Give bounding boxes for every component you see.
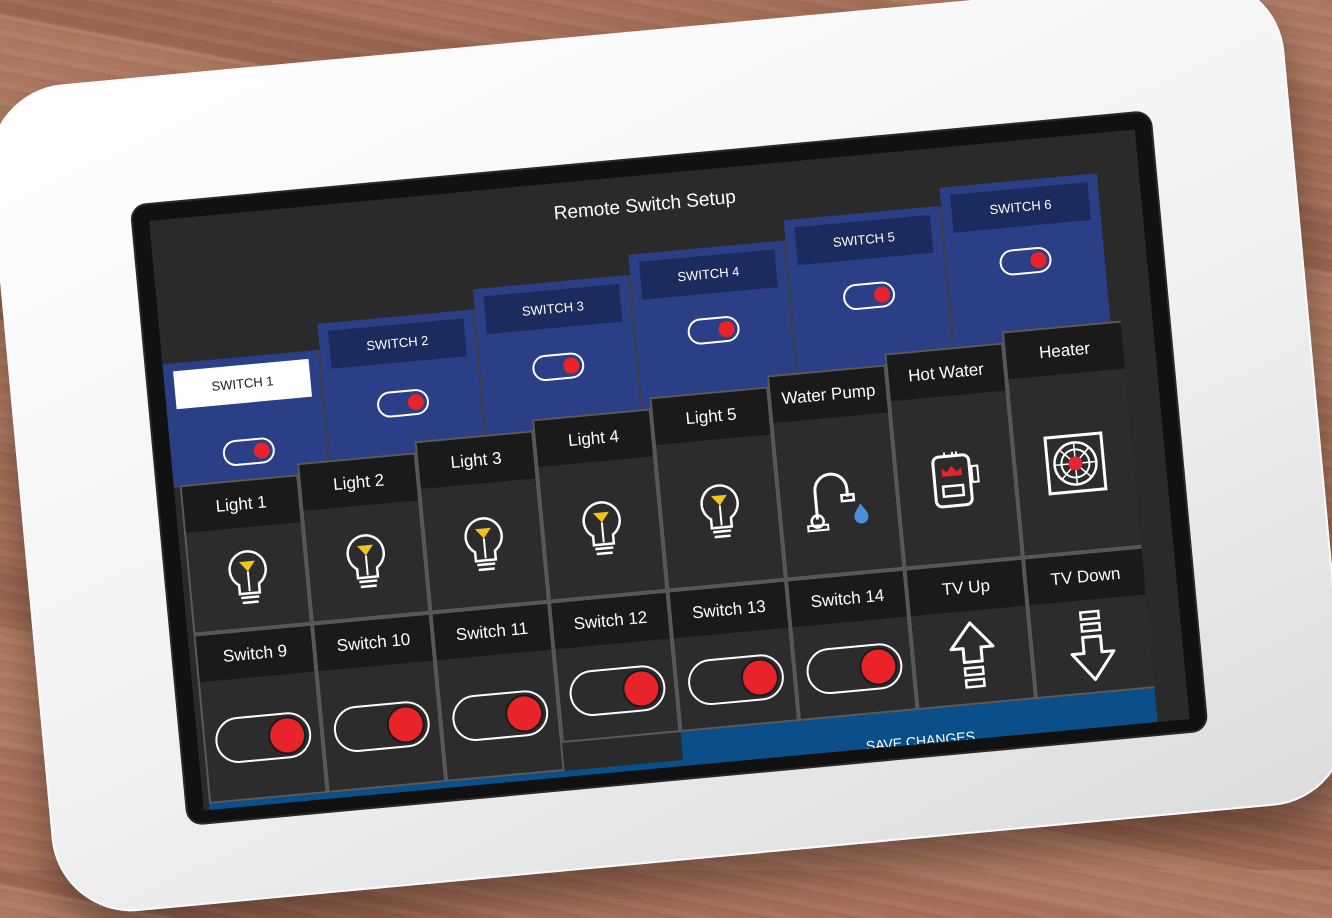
toggle-wrapper — [319, 667, 444, 787]
tile-light-1[interactable]: Light 1 — [179, 474, 312, 635]
tile-switch-13[interactable]: Switch 13 — [667, 579, 800, 733]
fan-heater-icon — [1009, 374, 1141, 551]
tab-label: SWITCH 5 — [794, 214, 934, 266]
tile-light-3[interactable]: Light 3 — [414, 430, 549, 613]
tile-hot-water[interactable]: Hot Water — [884, 342, 1023, 569]
toggle-switch[interactable] — [998, 245, 1053, 277]
tile-tv-down[interactable]: TV Down — [1022, 546, 1155, 700]
toggle-switch[interactable] — [841, 280, 897, 312]
toggle-switch[interactable] — [686, 314, 741, 346]
lightbulb-icon — [657, 440, 784, 584]
tab-label: SWITCH 2 — [328, 318, 467, 369]
toggle-wrapper — [437, 656, 562, 776]
toggle-switch[interactable] — [804, 641, 904, 697]
toggle-switch[interactable] — [212, 710, 313, 766]
toggle-switch[interactable] — [685, 652, 786, 708]
tile-label: Light 5 — [651, 388, 771, 446]
tile-switch-14[interactable]: Switch 14 — [785, 568, 918, 722]
tile-label: Light 1 — [181, 476, 301, 533]
toggle-switch[interactable] — [221, 436, 276, 468]
tile-label: TV Up — [906, 559, 1026, 617]
toggle-switch[interactable] — [331, 699, 432, 755]
arrow-down-icon — [1030, 600, 1154, 692]
toggle-wrapper — [793, 623, 915, 715]
arrow-up-icon — [911, 612, 1033, 704]
tile-heater[interactable]: Heater — [1001, 320, 1142, 558]
toggle-wrapper — [556, 645, 678, 737]
tile-label: Light 4 — [534, 410, 653, 468]
toggle-wrapper — [200, 678, 325, 798]
tile-label: Switch 9 — [195, 625, 315, 683]
tab-label: SWITCH 6 — [950, 182, 1092, 233]
lightbulb-icon — [304, 506, 428, 617]
tile-switch-11[interactable]: Switch 11 — [430, 601, 565, 782]
tile-label: Light 3 — [416, 432, 536, 490]
tablet-bezel: Remote Switch Setup SWITCH 1 SWITCH 2 SW… — [131, 112, 1207, 824]
tab-label: SWITCH 1 — [173, 358, 313, 410]
tile-light-2[interactable]: Light 2 — [297, 452, 431, 624]
tile-switch-12[interactable]: Switch 12 — [548, 590, 681, 744]
tile-label: Light 2 — [299, 454, 419, 511]
lightbulb-icon — [187, 528, 310, 628]
tile-label: Switch 13 — [669, 581, 789, 639]
water-tap-icon — [774, 419, 902, 574]
tile-label: TV Down — [1025, 548, 1146, 606]
tile-label: Switch 12 — [551, 592, 670, 650]
lightbulb-icon — [539, 462, 665, 595]
toggle-switch[interactable] — [375, 387, 431, 419]
tile-label: Switch 11 — [432, 603, 552, 661]
tile-light-5[interactable]: Light 5 — [649, 386, 786, 591]
tile-switch-10[interactable]: Switch 10 — [311, 612, 447, 793]
screen: Remote Switch Setup SWITCH 1 SWITCH 2 SW… — [149, 129, 1190, 811]
tab-label: SWITCH 3 — [483, 283, 623, 335]
toggle-switch[interactable] — [531, 351, 586, 383]
tile-water-pump[interactable]: Water Pump — [767, 364, 905, 580]
tile-label: Switch 10 — [314, 614, 433, 672]
lightbulb-icon — [422, 484, 547, 606]
tablet-device: Remote Switch Setup SWITCH 1 SWITCH 2 SW… — [0, 0, 1332, 918]
toggle-switch[interactable] — [567, 663, 667, 719]
tile-label: Switch 14 — [788, 570, 907, 628]
water-heater-icon — [891, 397, 1020, 563]
tile-light-4[interactable]: Light 4 — [532, 408, 668, 602]
tile-tv-up[interactable]: TV Up — [904, 557, 1037, 711]
tab-label: SWITCH 4 — [638, 249, 778, 300]
tile-label: Heater — [1004, 322, 1125, 380]
toggle-wrapper — [674, 634, 796, 726]
toggle-switch[interactable] — [449, 688, 550, 744]
tile-label: Hot Water — [886, 344, 1006, 402]
tile-switch-9[interactable]: Switch 9 — [193, 623, 328, 804]
tile-label: Water Pump — [769, 366, 888, 424]
